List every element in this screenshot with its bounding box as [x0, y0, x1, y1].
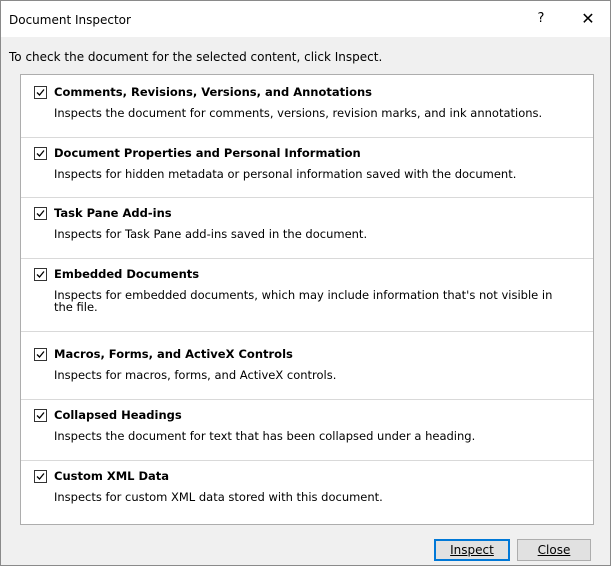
inspection-item: Comments, Revisions, Versions, and Annot…: [21, 83, 593, 138]
title-bar: Document Inspector ? ✕: [1, 1, 610, 37]
checkbox[interactable]: [34, 348, 47, 361]
checkmark-icon: [36, 271, 45, 278]
item-description: Inspects for custom XML data stored with…: [54, 490, 383, 504]
item-name: Embedded Documents: [54, 267, 200, 281]
checkbox[interactable]: [34, 409, 47, 422]
checkbox[interactable]: [34, 86, 47, 99]
divider: [21, 137, 593, 138]
item-name: Document Properties and Personal Informa…: [54, 146, 361, 160]
inspection-item: Task Pane Add-ins Inspects for Task Pane…: [21, 204, 593, 259]
divider: [21, 460, 593, 461]
item-description: Inspects for hidden metadata or personal…: [54, 167, 517, 181]
checkmark-icon: [36, 351, 45, 358]
inspection-item: Custom XML Data Inspects for custom XML …: [21, 467, 593, 515]
item-name: Task Pane Add-ins: [54, 206, 172, 220]
checkmark-icon: [36, 412, 45, 419]
checkmark-icon: [36, 150, 45, 157]
item-description: Inspects for embedded documents, which m…: [54, 288, 553, 314]
inspect-label: Inspect: [450, 543, 494, 557]
help-button[interactable]: ?: [528, 5, 554, 33]
document-inspector-dialog: Document Inspector ? ✕ To check the docu…: [0, 0, 611, 566]
instructions-text: To check the document for the selected c…: [9, 50, 383, 64]
item-description: Inspects the document for comments, vers…: [54, 106, 543, 120]
checkmark-icon: [36, 89, 45, 96]
inspection-item: Document Properties and Personal Informa…: [21, 144, 593, 198]
checkbox[interactable]: [34, 470, 47, 483]
divider: [21, 399, 593, 400]
close-label: Close: [537, 543, 571, 557]
item-name: Macros, Forms, and ActiveX Controls: [54, 347, 293, 361]
item-name: Collapsed Headings: [54, 408, 182, 422]
inspection-item: Macros, Forms, and ActiveX Controls Insp…: [21, 345, 593, 400]
inspection-item: Collapsed Headings Inspects the document…: [21, 406, 593, 461]
close-button[interactable]: Close: [517, 539, 591, 561]
checkbox[interactable]: [34, 147, 47, 160]
checkbox[interactable]: [34, 268, 47, 281]
close-window-button[interactable]: ✕: [571, 5, 605, 33]
divider: [21, 197, 593, 198]
divider: [21, 331, 593, 332]
divider: [21, 258, 593, 259]
item-name: Comments, Revisions, Versions, and Annot…: [54, 85, 373, 99]
dialog-title: Document Inspector: [9, 13, 131, 27]
item-description: Inspects for macros, forms, and ActiveX …: [54, 368, 337, 382]
item-description: Inspects the document for text that has …: [54, 429, 476, 443]
inspection-list: Comments, Revisions, Versions, and Annot…: [20, 74, 594, 525]
item-description: Inspects for Task Pane add-ins saved in …: [54, 227, 368, 241]
checkbox[interactable]: [34, 207, 47, 220]
inspect-button[interactable]: Inspect: [434, 539, 510, 561]
inspection-item: Embedded Documents Inspects for embedded…: [21, 265, 593, 332]
item-name: Custom XML Data: [54, 469, 170, 483]
checkmark-icon: [36, 210, 45, 217]
checkmark-icon: [36, 473, 45, 480]
